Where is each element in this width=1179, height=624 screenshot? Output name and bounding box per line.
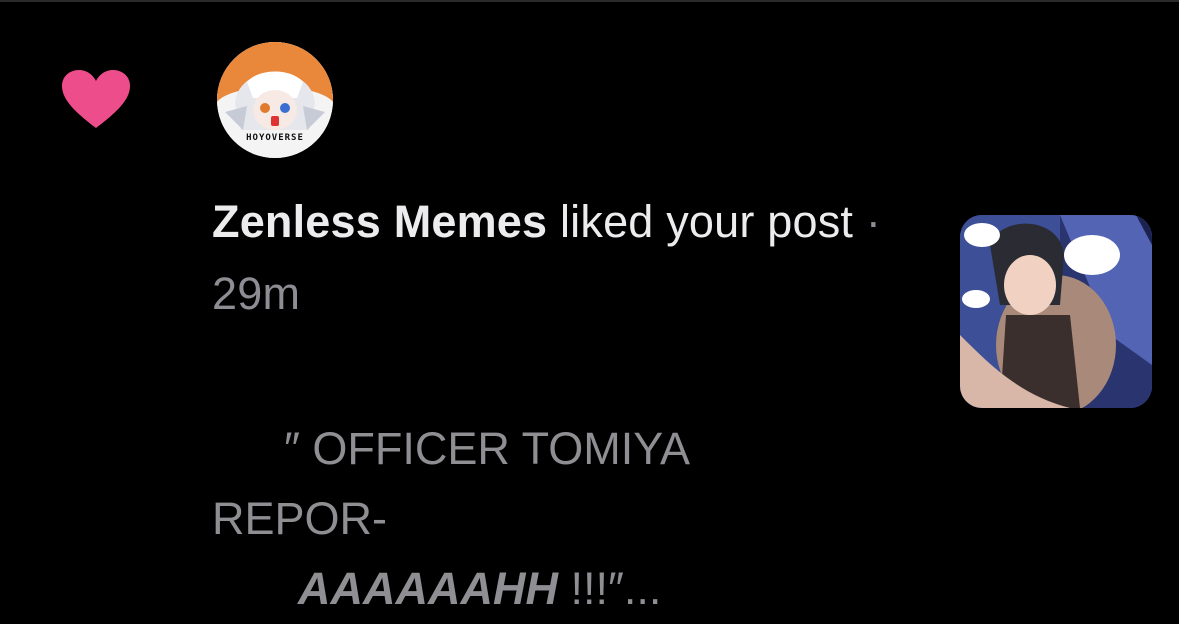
separator: · (853, 196, 882, 247)
user-name[interactable]: Zenless Memes (212, 196, 547, 247)
preview-line-2: REPOR- (212, 493, 388, 544)
post-thumbnail-image (960, 215, 1152, 408)
avatar-caption: HOYOVERSE (246, 133, 304, 143)
preview-emphasis: AAAAAAHH (298, 563, 558, 614)
preview-rest: !!!″... (557, 563, 662, 614)
like-notification[interactable]: HOYOVERSE Zenless Memes liked your post … (0, 0, 1179, 620)
post-thumbnail[interactable] (960, 215, 1152, 408)
post-preview: ″ OFFICER TOMIYA REPOR- AAAAAAHH !!!″... (212, 414, 852, 624)
avatar[interactable]: HOYOVERSE (217, 42, 333, 158)
action-text: liked your post (547, 196, 854, 247)
timestamp: 29m (212, 268, 301, 319)
notification-text[interactable]: Zenless Memes liked your post · 29m (212, 186, 892, 330)
preview-line-1: ″ OFFICER TOMIYA (284, 423, 690, 474)
preview-line-3: AAAAAAHH !!!″... (212, 554, 852, 624)
heart-icon (62, 70, 130, 128)
